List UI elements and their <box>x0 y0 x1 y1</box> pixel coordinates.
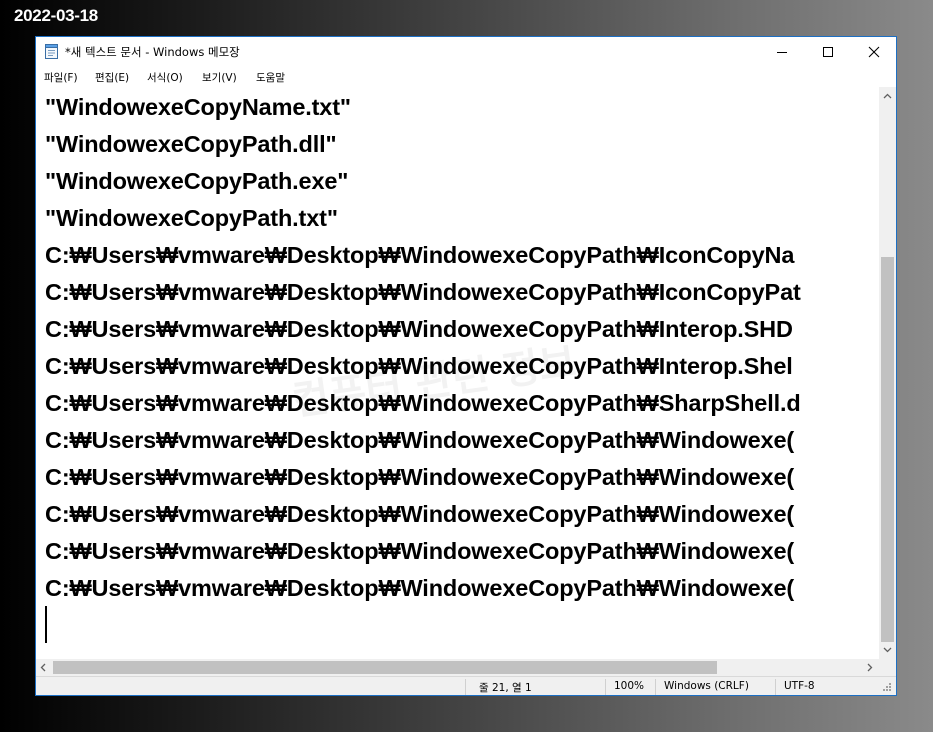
editor-line: "WindowexeCopyPath.dll" <box>45 131 337 157</box>
status-encoding: UTF-8 <box>784 680 815 692</box>
text-editor[interactable]: 컴퓨터 관련 정보 "WindowexeCopyName.txt" "Windo… <box>36 87 879 659</box>
text-caret <box>45 606 47 643</box>
editor-line: C:₩Users₩vmware₩Desktop₩WindowexeCopyPat… <box>45 538 795 564</box>
editor-line: C:₩Users₩vmware₩Desktop₩WindowexeCopyPat… <box>45 279 801 305</box>
vertical-scroll-thumb[interactable] <box>881 257 894 642</box>
editor-line: C:₩Users₩vmware₩Desktop₩WindowexeCopyPat… <box>45 427 795 453</box>
editor-line: C:₩Users₩vmware₩Desktop₩WindowexeCopyPat… <box>45 353 793 379</box>
editor-line: "WindowexeCopyPath.txt" <box>45 205 338 231</box>
scroll-right-icon[interactable] <box>867 663 873 672</box>
status-bar: 줄 21, 열 1 100% Windows (CRLF) UTF-8 <box>36 676 896 695</box>
editor-line: "WindowexeCopyName.txt" <box>45 94 351 120</box>
status-divider <box>465 679 466 695</box>
status-zoom: 100% <box>614 680 645 692</box>
editor-line: C:₩Users₩vmware₩Desktop₩WindowexeCopyPat… <box>45 242 795 268</box>
status-line-ending: Windows (CRLF) <box>664 680 749 692</box>
close-icon <box>868 46 880 58</box>
editor-line: C:₩Users₩vmware₩Desktop₩WindowexeCopyPat… <box>45 501 795 527</box>
menu-view[interactable]: 보기(V) <box>202 70 237 85</box>
status-divider <box>605 679 606 695</box>
scroll-up-icon[interactable] <box>883 93 892 99</box>
maximize-icon <box>823 47 833 57</box>
scroll-down-icon[interactable] <box>883 647 892 653</box>
maximize-button[interactable] <box>805 37 851 67</box>
status-divider <box>775 679 776 695</box>
resize-grip-icon[interactable] <box>882 682 892 692</box>
menu-file[interactable]: 파일(F) <box>44 70 78 85</box>
horizontal-scroll-thumb[interactable] <box>53 661 717 674</box>
menu-edit[interactable]: 편집(E) <box>95 70 129 85</box>
menu-format[interactable]: 서식(O) <box>147 70 183 85</box>
editor-line: C:₩Users₩vmware₩Desktop₩WindowexeCopyPat… <box>45 390 801 416</box>
menu-bar: 파일(F) 편집(E) 서식(O) 보기(V) 도움말 <box>36 67 896 87</box>
status-cursor-position: 줄 21, 열 1 <box>479 682 532 694</box>
editor-line: "WindowexeCopyPath.exe" <box>45 168 349 194</box>
editor-line: C:₩Users₩vmware₩Desktop₩WindowexeCopyPat… <box>45 575 795 601</box>
horizontal-scrollbar[interactable] <box>36 659 879 676</box>
title-bar[interactable]: *새 텍스트 문서 - Windows 메모장 <box>36 37 896 67</box>
minimize-icon <box>777 52 787 53</box>
notepad-icon[interactable] <box>45 44 59 59</box>
editor-line: C:₩Users₩vmware₩Desktop₩WindowexeCopyPat… <box>45 316 793 342</box>
notepad-window: *새 텍스트 문서 - Windows 메모장 파일(F) 편집(E) 서식(O… <box>35 36 897 696</box>
window-title: *새 텍스트 문서 - Windows 메모장 <box>65 45 240 59</box>
date-overlay: 2022-03-18 <box>14 6 98 25</box>
menu-help[interactable]: 도움말 <box>256 70 285 85</box>
minimize-button[interactable] <box>759 37 805 67</box>
close-button[interactable] <box>851 37 896 67</box>
editor-line: C:₩Users₩vmware₩Desktop₩WindowexeCopyPat… <box>45 464 795 490</box>
scrollbar-corner <box>879 659 896 676</box>
scroll-left-icon[interactable] <box>40 663 46 672</box>
vertical-scrollbar[interactable] <box>879 87 896 659</box>
status-divider <box>655 679 656 695</box>
